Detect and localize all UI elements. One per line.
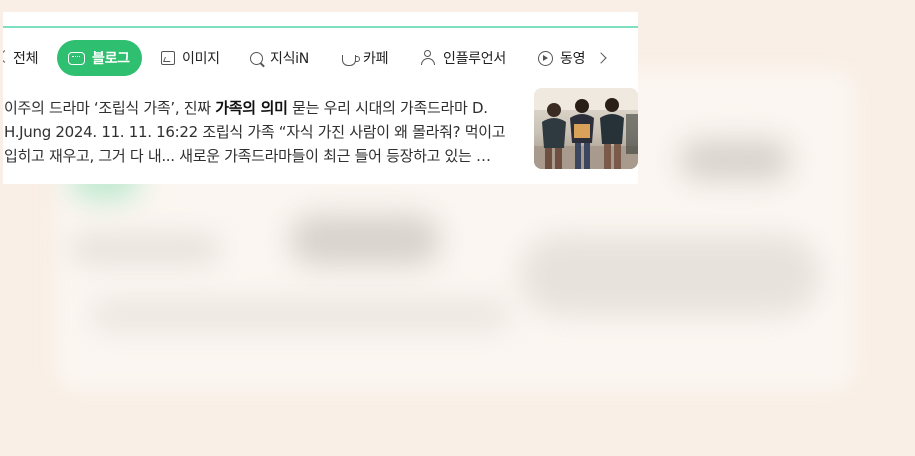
tab-influencer[interactable]: 인플루언서 (420, 40, 506, 76)
tab-kin[interactable]: 지식iN (250, 40, 309, 76)
thumbnail-photo (534, 88, 638, 169)
tab-influencer-label: 인플루언서 (443, 51, 506, 67)
tab-all-label: 전체 (13, 51, 39, 67)
person-icon (420, 50, 436, 66)
cafe-cup-icon (342, 54, 360, 66)
background-blob (90, 300, 510, 330)
tab-cafe[interactable]: 카페 (342, 40, 388, 76)
chevron-left-icon[interactable] (3, 50, 11, 63)
snippet-text-before: 이주의 드라마 ‘조립식 가족’, 진짜 (4, 99, 216, 117)
image-icon (161, 51, 175, 65)
background-blob (680, 140, 790, 180)
snippet-highlight: 가족의 의미 (215, 99, 288, 117)
tab-image-label: 이미지 (182, 51, 220, 67)
tab-video-label: 동영 (560, 51, 586, 67)
blog-icon (68, 51, 85, 65)
tab-all[interactable]: 전체 (13, 40, 38, 76)
search-result-card: 전체 블로그 이미지 지식iN 카페 인플루언서 동영 이주의 드라마 ‘조립식 (3, 12, 638, 184)
tab-image[interactable]: 이미지 (161, 40, 220, 76)
search-tabs: 전체 블로그 이미지 지식iN 카페 인플루언서 동영 (3, 40, 638, 76)
tab-kin-label: 지식iN (270, 51, 309, 67)
background-blob (70, 235, 220, 263)
result-snippet[interactable]: 이주의 드라마 ‘조립식 가족’, 진짜 가족의 의미 묻는 우리 시대의 가족… (4, 96, 522, 168)
background-blob (290, 215, 440, 265)
chevron-right-icon[interactable] (595, 52, 607, 64)
background-blob (520, 235, 820, 315)
tab-cafe-label: 카페 (363, 51, 389, 67)
result-thumbnail[interactable] (534, 88, 638, 169)
tab-blog[interactable]: 블로그 (57, 40, 142, 76)
tab-blog-label: 블로그 (92, 51, 130, 67)
play-icon (538, 50, 553, 66)
accent-divider (3, 26, 638, 28)
question-icon (250, 51, 263, 65)
tab-video[interactable]: 동영 (538, 40, 585, 76)
